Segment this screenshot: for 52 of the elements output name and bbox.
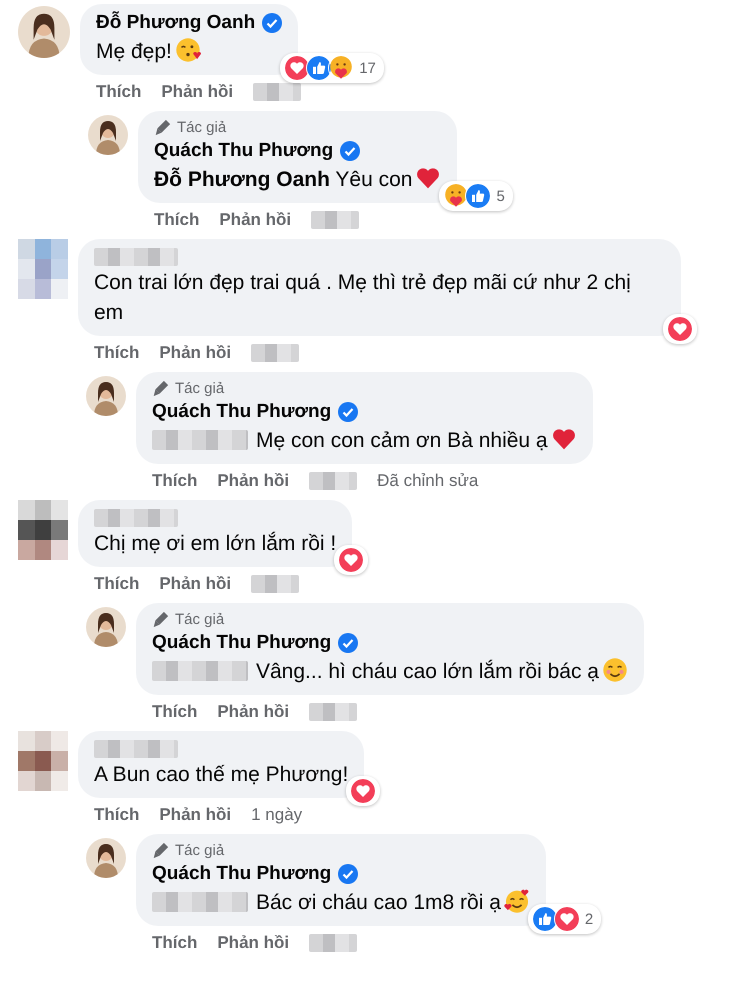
- like-link[interactable]: Thích: [96, 81, 142, 103]
- reply-link[interactable]: Phản hồi: [217, 470, 290, 492]
- comment-text: A Bun cao thế mẹ Phương!: [94, 763, 348, 786]
- blurred-avatar[interactable]: [18, 731, 68, 791]
- reply-link[interactable]: Phản hồi: [159, 804, 232, 826]
- comment-text: Bác ơi cháu cao 1m8 rồi ạ: [256, 891, 501, 914]
- like-link[interactable]: Thích: [94, 342, 140, 364]
- blurred-avatar[interactable]: [18, 500, 68, 560]
- like-link[interactable]: Thích: [152, 932, 198, 954]
- author-label: Tác giả: [177, 119, 226, 136]
- reaction-badge[interactable]: 5: [439, 181, 513, 211]
- like-link[interactable]: Thích: [152, 470, 198, 492]
- avatar[interactable]: [86, 838, 126, 878]
- edited-label: Đã chỉnh sửa: [377, 470, 478, 492]
- reaction-count: 5: [496, 188, 505, 204]
- pen-icon: [152, 380, 169, 397]
- reaction-count: 17: [359, 60, 376, 76]
- reaction-count: 2: [584, 910, 594, 928]
- author-label: Tác giả: [175, 380, 224, 397]
- avatar[interactable]: [86, 376, 126, 416]
- avatar[interactable]: [88, 115, 128, 155]
- reply-link[interactable]: Phản hồi: [161, 81, 234, 103]
- reply-link[interactable]: Phản hồi: [159, 573, 232, 595]
- comment-text: Đỗ Phương Oanh Yêu con: [154, 168, 412, 191]
- reply-link[interactable]: Phản hồi: [219, 209, 292, 231]
- like-link[interactable]: Thích: [152, 701, 198, 723]
- comment-text: Vâng... hì cháu cao lớn lắm rồi bác ạ: [256, 660, 599, 683]
- reaction-badge[interactable]: 2: [528, 904, 602, 934]
- avatar[interactable]: [18, 6, 70, 58]
- author-name[interactable]: Đỗ Phương Oanh: [96, 11, 256, 35]
- like-link[interactable]: Thích: [94, 804, 140, 826]
- reply-link[interactable]: Phản hồi: [217, 701, 290, 723]
- pen-icon: [152, 842, 169, 859]
- comment-text: Con trai lớn đẹp trai quá . Mẹ thì trẻ đẹp mãi cứ như 2 chị em: [94, 271, 631, 324]
- author-name[interactable]: Quách Thu Phương: [152, 631, 332, 655]
- like-link[interactable]: Thích: [94, 573, 140, 595]
- author-name[interactable]: Quách Thu Phương: [152, 400, 332, 424]
- avatar[interactable]: [86, 607, 126, 647]
- comment-text: Chị mẹ ơi em lớn lắm rồi !: [94, 532, 336, 555]
- reaction-badge[interactable]: 17: [280, 53, 384, 83]
- timestamp[interactable]: 1 ngày: [251, 804, 302, 826]
- like-link[interactable]: Thích: [154, 209, 200, 231]
- pen-icon: [152, 611, 169, 628]
- author-name[interactable]: Quách Thu Phương: [154, 139, 334, 163]
- reply-link[interactable]: Phản hồi: [217, 932, 290, 954]
- comment-text: Mẹ đẹp!: [96, 40, 172, 63]
- pen-icon: [154, 119, 171, 136]
- author-label: Tác giả: [175, 611, 224, 628]
- comment-text: Mẹ con con cảm ơn Bà nhiều ạ: [256, 429, 548, 452]
- author-label: Tác giả: [175, 842, 224, 859]
- author-name[interactable]: Quách Thu Phương: [152, 862, 332, 886]
- reply-link[interactable]: Phản hồi: [159, 342, 232, 364]
